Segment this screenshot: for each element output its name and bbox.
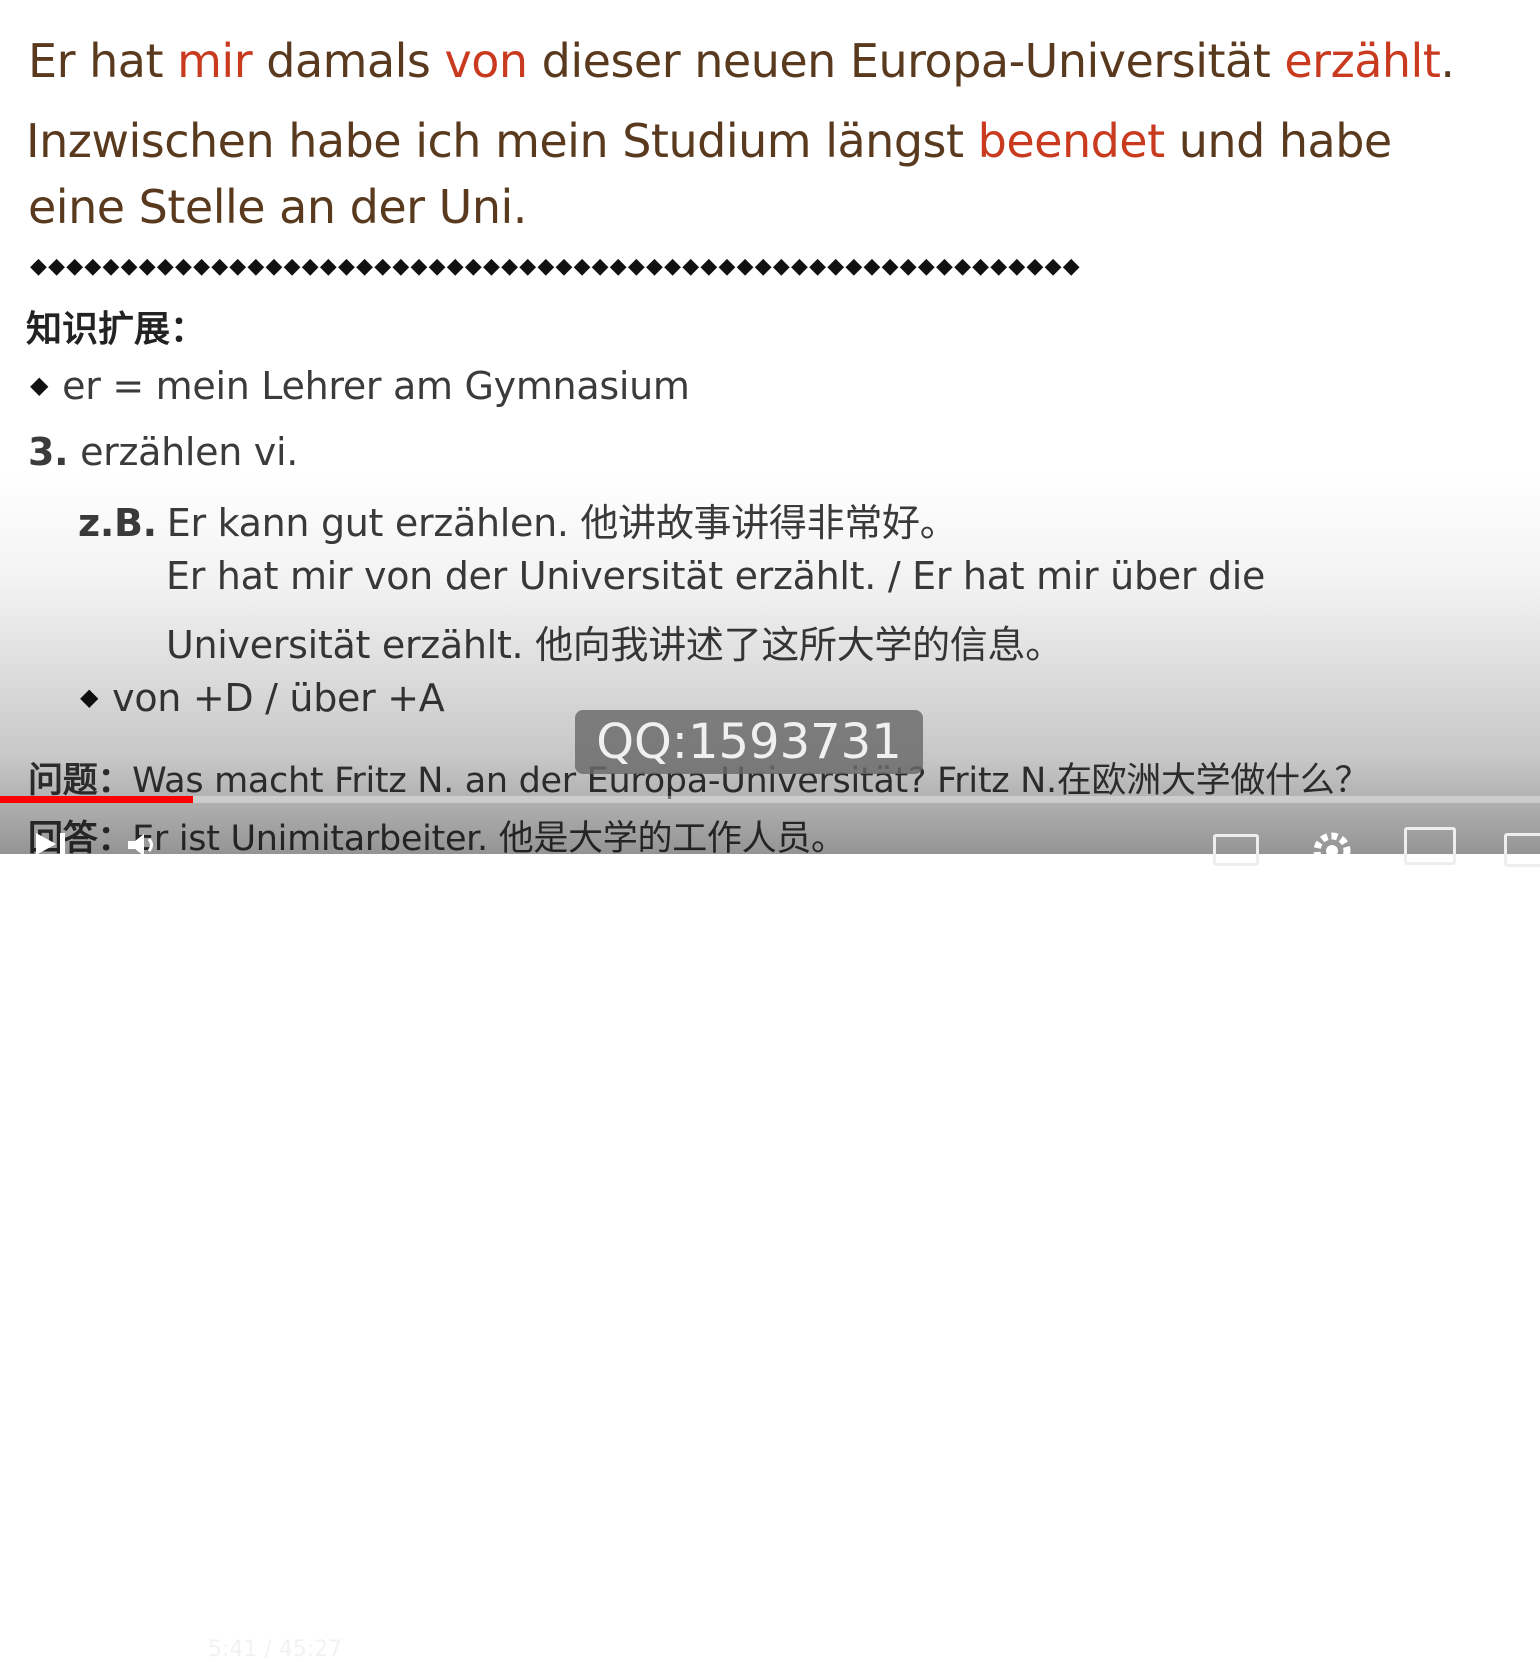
example-1-text: Er kann gut erzählen. 他讲故事讲得非常好。 xyxy=(166,501,958,545)
diamond-divider: ◆◆◆◆◆◆◆◆◆◆◆◆◆◆◆◆◆◆◆◆◆◆◆◆◆◆◆◆◆◆◆◆◆◆◆◆◆◆◆◆… xyxy=(30,254,1081,279)
line1-segment: Er hat xyxy=(28,34,178,88)
sentence-line-3: eine Stelle an der Uni. xyxy=(28,180,527,234)
example-2-line-2: Universität erzählt. 他向我讲述了这所大学的信息。 xyxy=(166,623,1063,667)
item-text: erzählen vi. xyxy=(80,430,299,474)
line2-segment: beendet xyxy=(977,114,1166,168)
sentence-line-2: Inzwischen habe ich mein Studium längst … xyxy=(26,114,1392,168)
line2-segment: und habe xyxy=(1164,114,1393,168)
line1-segment: erzählt xyxy=(1284,34,1441,88)
theater-icon[interactable] xyxy=(1504,833,1540,867)
bullet-prepositions-text: von +D / über +A xyxy=(112,676,445,720)
line1-segment: damals xyxy=(252,34,445,88)
time-display: 5:41 / 45:27 xyxy=(208,1637,343,1662)
player-controls: 5:41 / 45:27 xyxy=(0,803,1540,1662)
item-number: 3. xyxy=(28,430,69,474)
bullet-prepositions: ◆ von +D / über +A xyxy=(80,676,445,720)
item-3: 3. erzählen vi. xyxy=(28,430,298,474)
line2-segment: Inzwischen habe ich mein Studium längst xyxy=(26,114,978,168)
watermark: QQ:1593731 xyxy=(575,710,923,774)
diamond-bullet-icon: ◆ xyxy=(30,371,49,399)
line1-segment: von xyxy=(444,34,529,88)
bullet-er-text: er = mein Lehrer am Gymnasium xyxy=(62,364,690,408)
volume-icon[interactable] xyxy=(126,833,160,861)
question-label: 问题： xyxy=(28,761,133,801)
subtitles-icon[interactable] xyxy=(1213,834,1259,866)
bullet-er: ◆ er = mein Lehrer am Gymnasium xyxy=(30,364,690,408)
progress-played xyxy=(0,796,193,803)
progress-bar[interactable] xyxy=(0,796,1540,803)
example-1: z.B. Er kann gut erzählen. 他讲故事讲得非常好。 xyxy=(78,492,958,547)
line1-segment: mir xyxy=(177,34,253,88)
section-heading: 知识扩展： xyxy=(26,309,207,350)
line1-segment: dieser neuen Europa-Universität xyxy=(527,34,1285,88)
diamond-bullet-icon: ◆ xyxy=(80,683,99,711)
play-icon[interactable] xyxy=(34,831,70,861)
zb-label: z.B. xyxy=(78,501,157,545)
example-2-line-1: Er hat mir von der Universität erzählt. … xyxy=(166,554,1266,598)
settings-icon[interactable] xyxy=(1310,829,1354,870)
line1-segment: . xyxy=(1440,34,1455,88)
sentence-line-1: Er hat mir damals von dieser neuen Europ… xyxy=(28,34,1455,88)
miniplayer-icon[interactable] xyxy=(1404,827,1456,865)
